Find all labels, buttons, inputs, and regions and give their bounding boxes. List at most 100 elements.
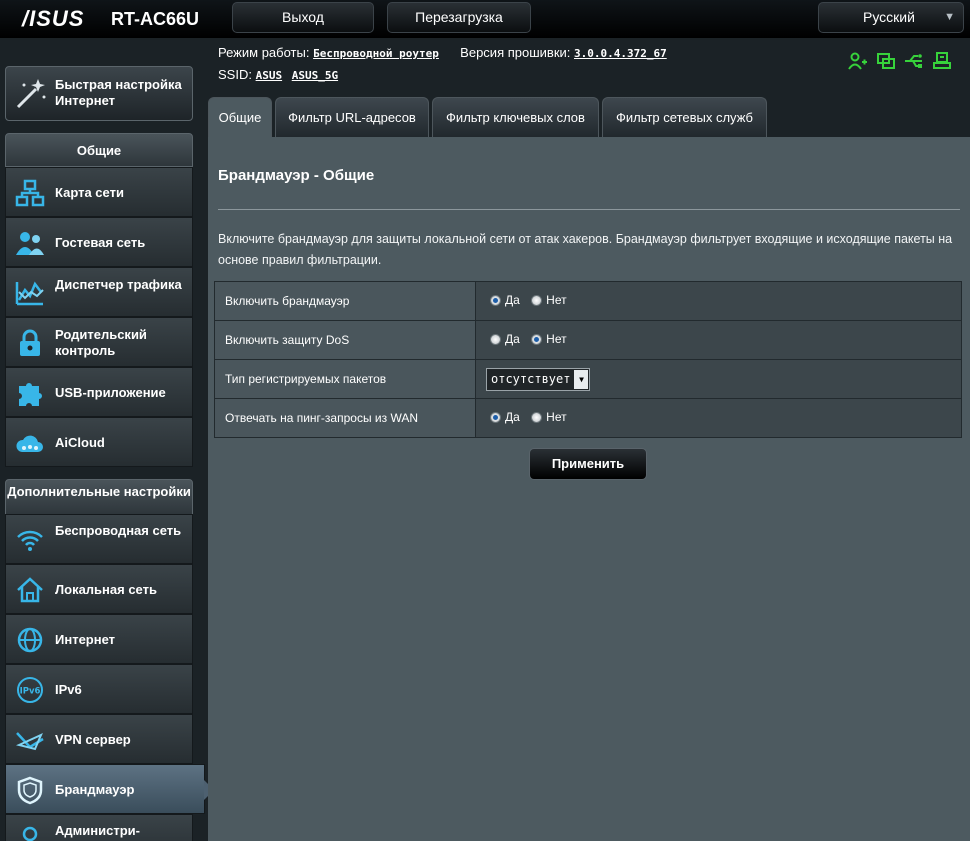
logout-button[interactable]: Выход [232,2,374,33]
ssid-link-1[interactable]: ASUS [256,69,283,82]
mode-value[interactable]: Беспроводной роутер [313,47,439,60]
printer-icon[interactable] [932,52,952,70]
page-description: Включите брандмауэр для защиты локальной… [218,232,953,267]
usb-icon[interactable] [904,52,924,70]
sidebar-item-label: Администри- [55,823,140,838]
sidebar-item-label: Гостевая сеть [55,235,146,250]
wan-ping-radio-group: Да Нет [475,398,962,438]
radio-selected-icon [490,411,501,423]
tab-network-services-filter[interactable]: Фильтр сетевых служб [602,97,767,137]
clients-icon[interactable] [848,52,868,70]
status-info: Режим работы: Беспроводной роутер Версия… [218,42,667,86]
radio-selected-icon [490,294,501,306]
magic-wand-icon [16,79,46,109]
shield-icon [17,776,43,805]
ssid-label: SSID: [218,67,252,82]
sidebar-item-label: Локальная сеть [55,582,157,597]
setting-label: Включить защиту DoS [214,320,476,360]
enable-firewall-radio-group: Да Нет [475,281,962,321]
tab-url-filter[interactable]: Фильтр URL-адресов [275,97,429,137]
sidebar-item-label: Карта сети [55,185,124,200]
language-select[interactable]: Русский ▼ [818,2,964,33]
sidebar-item-traffic-manager[interactable]: Диспетчер трафика [5,267,193,317]
sidebar-item-label: Родительский контроль [55,327,147,358]
setting-label: Тип регистрируемых пакетов [214,359,476,399]
network-map-icon [15,179,45,207]
wifi-icon [17,530,43,551]
svg-text:IPv6: IPv6 [20,687,41,697]
radio-icon [531,294,543,306]
page-title: Брандмауэр - Общие [218,167,375,184]
enable-firewall-no-radio[interactable]: Нет [531,293,567,307]
sidebar-item-label: IPv6 [55,682,82,697]
puzzle-icon [19,383,42,406]
quick-setup-button[interactable]: Быстрая настройка Интернет [5,66,193,121]
sidebar-item-network-map[interactable]: Карта сети [5,167,193,217]
tab-keyword-filter[interactable]: Фильтр ключевых слов [432,97,599,137]
sidebar-item-label: Беспроводная сеть [55,523,182,538]
sidebar-item-aicloud[interactable]: AiCloud [5,417,193,467]
sidebar-item-label: Интернет [55,632,116,647]
sidebar-item-guest-network[interactable]: Гостевая сеть [5,217,193,267]
dos-protection-yes-radio[interactable]: Да [490,332,520,346]
mode-label: Режим работы: [218,45,310,60]
top-bar: /ISUS RT-AC66U Выход Перезагрузка Русски… [0,0,970,38]
cloud-icon [16,435,43,452]
sidebar-item-internet[interactable]: Интернет [5,614,193,664]
setting-label: Включить брандмауэр [214,281,476,321]
sidebar-item-label: VPN сервер [55,732,131,747]
setting-label: Отвечать на пинг-запросы из WAN [214,398,476,438]
title-divider [218,209,960,210]
sidebar-section-advanced: Дополнительные настройки [5,479,193,515]
router-model: RT-AC66U [111,9,200,29]
sidebar-item-label: AiCloud [55,435,105,450]
wan-ping-yes-radio[interactable]: Да [490,410,520,424]
globe-icon [17,627,43,653]
traffic-manager-icon [15,281,44,306]
table-row: Отвечать на пинг-запросы из WAN Да Нет [214,398,962,438]
table-row: Включить защиту DoS Да Нет [214,320,962,360]
reboot-button[interactable]: Перезагрузка [387,2,531,33]
asus-logo: /ISUS [22,6,85,31]
guest-network-icon [16,232,44,255]
sidebar-item-firewall[interactable]: Брандмауэр [5,764,214,814]
lock-icon [20,329,40,356]
radio-icon [490,333,501,345]
logged-packets-value: отсутствует [491,372,571,386]
admin-user-icon [22,826,38,841]
ssid-link-2[interactable]: ASUS_5G [292,69,338,82]
firmware-value[interactable]: 3.0.0.4.372_67 [574,47,667,60]
sidebar-item-vpn-server[interactable]: VPN сервер [5,714,193,764]
logged-packets-select[interactable]: отсутствует ▼ [486,367,591,391]
apply-button[interactable]: Применить [529,448,647,480]
network-icon[interactable] [876,52,896,70]
ipv6-icon: IPv6 [17,677,43,703]
table-row: Тип регистрируемых пакетов отсутствует ▼ [214,359,962,399]
sidebar-item-usb-app[interactable]: USB-приложение [5,367,193,417]
radio-icon [531,411,543,423]
sidebar-item-label: Диспетчер трафика [55,277,182,292]
firmware-label: Версия прошивки: [460,45,571,60]
sidebar-item-lan[interactable]: Локальная сеть [5,564,193,614]
language-value: Русский [863,9,915,25]
quick-setup-label: Быстрая настройка Интернет [55,77,182,108]
sidebar-section-general: Общие [5,133,193,167]
sidebar-item-label: USB-приложение [55,385,166,400]
sidebar-item-administration[interactable]: Администри- [5,814,193,841]
sidebar-item-ipv6[interactable]: IPv6 IPv6 [5,664,193,714]
sidebar-item-wireless[interactable]: Беспроводная сеть [5,514,193,564]
chevron-down-icon: ▼ [574,369,589,389]
vpn-icon [15,732,44,751]
dos-protection-no-radio[interactable]: Нет [531,332,567,346]
dos-protection-radio-group: Да Нет [475,320,962,360]
sidebar-item-label: Брандмауэр [55,782,135,797]
tab-general[interactable]: Общие [208,97,272,137]
status-icons [848,52,952,70]
enable-firewall-yes-radio[interactable]: Да [490,293,520,307]
wan-ping-no-radio[interactable]: Нет [531,410,567,424]
firewall-settings-table: Включить брандмауэр Да Нет Включить защи… [214,281,962,438]
logged-packets-cell: отсутствует ▼ [475,359,962,399]
sidebar-item-parental-control[interactable]: Родительский контроль [5,317,193,367]
radio-selected-icon [531,333,543,345]
home-icon [17,577,43,603]
